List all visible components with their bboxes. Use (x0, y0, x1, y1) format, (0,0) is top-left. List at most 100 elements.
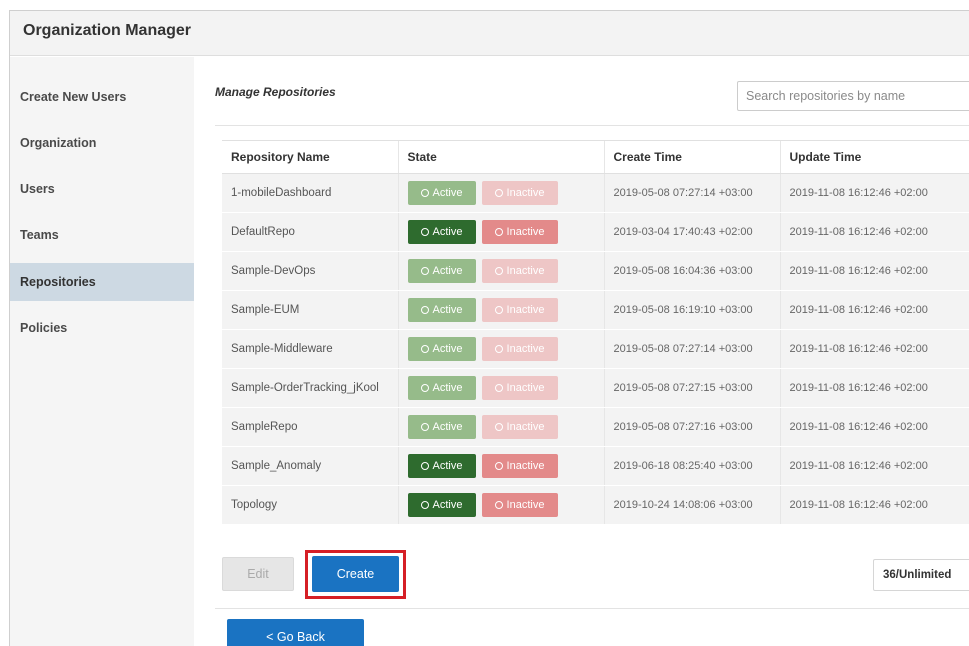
app-window: Organization Manager Create New Users Or… (9, 10, 969, 646)
update-time: 2019-11-08 16:12:46 +02:00 (780, 251, 969, 291)
circle-icon (494, 344, 503, 353)
column-header-create-time[interactable]: Create Time (604, 141, 781, 174)
edit-button[interactable]: Edit (222, 557, 294, 591)
update-time: 2019-11-08 16:12:46 +02:00 (780, 329, 969, 369)
state-cell: Active Inactive (398, 251, 605, 291)
deactivate-label: Inactive (506, 303, 545, 316)
activate-button[interactable]: Active (407, 492, 476, 517)
table-row[interactable]: Sample_Anomaly Active Inactive 2019-06-18 0… (222, 446, 969, 486)
circle-icon (494, 422, 503, 431)
circle-icon (420, 305, 429, 314)
deactivate-button[interactable]: Inactive (481, 297, 558, 322)
repository-name: Sample-DevOps (222, 251, 399, 291)
main-panel: Manage Repositories Repository Name Stat… (195, 57, 969, 646)
table-header-row: Repository Name State Create Time Update… (222, 141, 969, 174)
deactivate-button[interactable]: Inactive (481, 336, 558, 361)
deactivate-button[interactable]: Inactive (481, 219, 558, 244)
circle-icon (494, 500, 503, 509)
circle-icon (494, 266, 503, 275)
activate-button[interactable]: Active (407, 297, 476, 322)
sidebar-item-teams[interactable]: Teams (10, 216, 194, 254)
repository-name: Sample-EUM (222, 290, 399, 330)
table-row[interactable]: 1-mobileDashboard Active Inactive 2019-05-0… (222, 173, 969, 213)
update-time: 2019-11-08 16:12:46 +02:00 (780, 173, 969, 213)
sidebar-item-create-new-users[interactable]: Create New Users (10, 78, 194, 116)
state-cell: Active Inactive (398, 485, 605, 525)
column-header-update-time[interactable]: Update Time (780, 141, 969, 174)
deactivate-label: Inactive (506, 225, 545, 238)
update-time: 2019-11-08 16:12:46 +02:00 (780, 368, 969, 408)
sidebar-item-label: Repositories (20, 275, 96, 289)
state-cell: Active Inactive (398, 173, 605, 213)
state-cell: Active Inactive (398, 446, 605, 486)
state-cell: Active Inactive (398, 407, 605, 447)
create-time: 2019-10-24 14:08:06 +03:00 (604, 485, 781, 525)
divider (215, 608, 969, 609)
search-input[interactable] (737, 81, 969, 111)
repository-name: Sample_Anomaly (222, 446, 399, 486)
table-row[interactable]: DefaultRepo Active Inactive 2019-03-04 17:4… (222, 212, 969, 252)
go-back-button[interactable]: < Go Back (227, 619, 364, 646)
table-row[interactable]: Sample-EUM Active Inactive 2019-05-08 16:19… (222, 290, 969, 330)
create-time: 2019-05-08 07:27:16 +03:00 (604, 407, 781, 447)
divider (215, 125, 969, 126)
deactivate-button[interactable]: Inactive (481, 492, 558, 517)
repository-name: DefaultRepo (222, 212, 399, 252)
update-time: 2019-11-08 16:12:46 +02:00 (780, 446, 969, 486)
sidebar-item-label: Organization (20, 136, 97, 150)
repository-name: Topology (222, 485, 399, 525)
repository-quota: 36/Unlimited (873, 559, 969, 591)
create-time: 2019-05-08 16:04:36 +03:00 (604, 251, 781, 291)
state-cell: Active Inactive (398, 368, 605, 408)
table-row[interactable]: Sample-OrderTracking_jKool Active Inactive… (222, 368, 969, 408)
deactivate-label: Inactive (506, 342, 545, 355)
activate-button[interactable]: Active (407, 375, 476, 400)
update-time: 2019-11-08 16:12:46 +02:00 (780, 212, 969, 252)
create-time: 2019-03-04 17:40:43 +02:00 (604, 212, 781, 252)
deactivate-label: Inactive (506, 186, 545, 199)
activate-button[interactable]: Active (407, 219, 476, 244)
table-row[interactable]: Sample-Middleware Active Inactive 2019-05-0… (222, 329, 969, 369)
deactivate-button[interactable]: Inactive (481, 180, 558, 205)
sidebar-item-users[interactable]: Users (10, 170, 194, 208)
repository-name: 1-mobileDashboard (222, 173, 399, 213)
deactivate-button[interactable]: Inactive (481, 414, 558, 439)
repository-name: SampleRepo (222, 407, 399, 447)
circle-icon (494, 188, 503, 197)
activate-button[interactable]: Active (407, 414, 476, 439)
deactivate-button[interactable]: Inactive (481, 375, 558, 400)
activate-label: Active (432, 381, 463, 394)
activate-label: Active (432, 186, 463, 199)
deactivate-button[interactable]: Inactive (481, 258, 558, 283)
activate-label: Active (432, 498, 463, 511)
create-time: 2019-05-08 07:27:14 +03:00 (604, 173, 781, 213)
create-time: 2019-05-08 07:27:15 +03:00 (604, 368, 781, 408)
table-row[interactable]: SampleRepo Active Inactive 2019-05-08 07:27… (222, 407, 969, 447)
app-title: Organization Manager (23, 22, 192, 39)
sidebar-item-label: Policies (20, 321, 68, 335)
table-row[interactable]: Topology Active Inactive 2019-10-24 14:08:0… (222, 485, 969, 525)
circle-icon (494, 227, 503, 236)
update-time: 2019-11-08 16:12:46 +02:00 (780, 485, 969, 525)
sidebar-item-policies[interactable]: Policies (10, 309, 194, 347)
circle-icon (420, 188, 429, 197)
table-row[interactable]: Sample-DevOps Active Inactive 2019-05-08 16… (222, 251, 969, 291)
create-button[interactable]: Create (312, 556, 399, 592)
sidebar-item-repositories[interactable]: Repositories (10, 263, 194, 301)
activate-button[interactable]: Active (407, 258, 476, 283)
column-header-name[interactable]: Repository Name (222, 141, 399, 174)
circle-icon (420, 266, 429, 275)
repository-name: Sample-OrderTracking_jKool (222, 368, 399, 408)
circle-icon (420, 461, 429, 470)
activate-button[interactable]: Active (407, 180, 476, 205)
sidebar-item-organization[interactable]: Organization (10, 124, 194, 162)
activate-label: Active (432, 342, 463, 355)
state-cell: Active Inactive (398, 212, 605, 252)
deactivate-button[interactable]: Inactive (481, 453, 558, 478)
activate-label: Active (432, 303, 463, 316)
title-bar: Organization Manager (10, 11, 969, 56)
circle-icon (420, 344, 429, 353)
column-header-state[interactable]: State (398, 141, 605, 174)
activate-button[interactable]: Active (407, 336, 476, 361)
activate-button[interactable]: Active (407, 453, 476, 478)
